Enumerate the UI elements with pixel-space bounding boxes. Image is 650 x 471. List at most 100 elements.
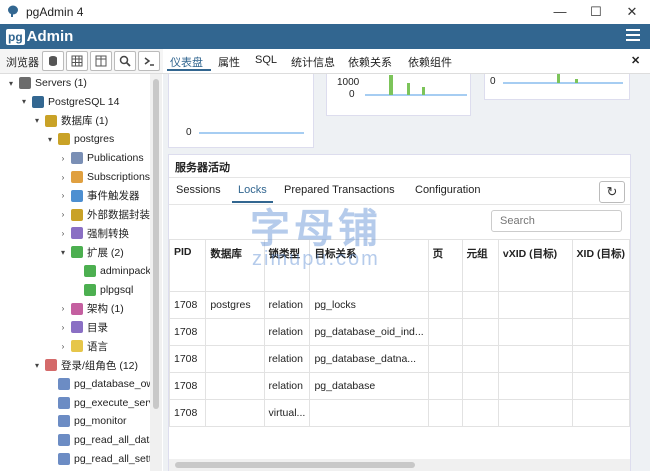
tree-node[interactable]: ▾ 登录/组角色 (12) (32, 356, 138, 374)
query-tool-icon[interactable] (42, 51, 64, 71)
table-cell (497, 291, 573, 319)
close-window-button[interactable]: ✕ (614, 0, 650, 24)
table-row[interactable]: 1708 relation pg_database (169, 372, 630, 400)
psql-tool-icon[interactable] (138, 51, 160, 71)
tree-node[interactable]: › Subscriptions (58, 168, 150, 186)
extension-item-icon (84, 265, 96, 277)
browser-label: 浏览器 (6, 57, 39, 69)
tab-prepared-transactions[interactable]: Prepared Transactions (284, 184, 395, 196)
tree-node[interactable]: › 强制转换 (58, 224, 129, 242)
chevron-down-icon[interactable]: ▾ (45, 135, 55, 144)
tree-node[interactable]: pg_database_owner (45, 375, 150, 393)
table-cell (461, 318, 499, 346)
tab-dependents[interactable]: 依赖组件 (408, 54, 452, 70)
table-row[interactable]: 1708 virtual... (169, 399, 630, 427)
tree-node[interactable]: › 外部数据封装 (58, 206, 150, 224)
tree-node[interactable]: pg_read_all_settings (45, 450, 150, 468)
tree-node-label: 扩展 (2) (87, 246, 124, 259)
tree-node[interactable]: pg_monitor (45, 412, 127, 430)
table-cell (205, 318, 265, 346)
table-row[interactable]: 1708 postgres relation pg_locks (169, 291, 630, 319)
spark-bar (422, 87, 425, 95)
tree-node[interactable]: › 事件触发器 (58, 187, 140, 205)
table-cell (571, 318, 630, 346)
column-header[interactable]: 元组 (461, 239, 499, 292)
tab-sessions[interactable]: Sessions (176, 184, 221, 196)
tree-node[interactable]: plpgsql (71, 281, 133, 299)
chevron-right-icon[interactable]: › (58, 191, 68, 200)
column-header[interactable]: vXID (目标) (497, 239, 573, 292)
chevron-right-icon[interactable]: › (58, 210, 68, 219)
chevron-down-icon[interactable]: ▾ (6, 79, 16, 88)
maximize-button[interactable]: ☐ (578, 0, 614, 24)
pgadmin-logo: pg Admin (6, 27, 73, 46)
refresh-icon[interactable]: ↻ (599, 181, 625, 203)
tree-node[interactable]: ▾ 数据库 (1) (32, 112, 108, 130)
sessions-chart: 0 (168, 74, 314, 148)
chevron-right-icon[interactable]: › (58, 323, 68, 332)
database-icon (58, 133, 70, 146)
tab-configuration[interactable]: Configuration (415, 184, 480, 196)
search-objects-icon[interactable] (114, 51, 136, 71)
column-header[interactable]: XID (目标) (571, 239, 630, 292)
tree-node[interactable]: ▾ PostgreSQL 14 (19, 93, 119, 111)
chevron-right-icon[interactable]: › (58, 342, 68, 351)
tree-node[interactable]: › 架构 (1) (58, 300, 124, 318)
tree-node[interactable]: › 语言 (58, 337, 108, 355)
table-row[interactable]: 1708 relation pg_database_datna... (169, 345, 630, 373)
tab-statistics[interactable]: 统计信息 (291, 54, 335, 70)
watermark-url: zimupu.com (252, 248, 380, 270)
table-cell: pg_database_oid_ind... (309, 318, 429, 346)
table-horizontal-scrollbar[interactable] (169, 459, 630, 471)
logo-pg: pg (6, 28, 25, 45)
foreign-data-icon (71, 208, 83, 221)
chevron-down-icon[interactable]: ▾ (32, 116, 42, 125)
table-cell (427, 291, 463, 319)
chevron-right-icon[interactable]: › (58, 229, 68, 238)
tab-dashboard[interactable]: 仪表盘 (170, 54, 203, 70)
view-data-icon[interactable] (66, 51, 88, 71)
hamburger-menu-icon[interactable] (626, 29, 640, 44)
close-tab-icon[interactable]: ✕ (631, 54, 640, 67)
chevron-down-icon[interactable]: ▾ (32, 361, 42, 370)
tab-locks[interactable]: Locks (238, 184, 267, 196)
pgadmin-elephant-icon (8, 5, 18, 17)
tree-node[interactable]: pg_execute_server_program (45, 394, 150, 412)
minimize-button[interactable]: — (542, 0, 578, 24)
table-row[interactable]: 1708 relation pg_database_oid_ind... (169, 318, 630, 346)
tab-dependencies[interactable]: 依赖关系 (348, 54, 392, 70)
tab-sql[interactable]: SQL (255, 54, 277, 66)
tree-node[interactable]: ▾ postgres (45, 130, 114, 148)
chevron-down-icon[interactable]: ▾ (19, 97, 29, 106)
table-cell: pg_database (309, 372, 429, 400)
chevron-right-icon[interactable]: › (58, 304, 68, 313)
tree-node-label: pg_monitor (74, 415, 127, 428)
tree-node[interactable]: › 目录 (58, 318, 108, 336)
tree-node-label: Publications (87, 152, 144, 165)
tree-node-label: pg_database_owner (74, 377, 150, 390)
chevron-down-icon[interactable]: ▾ (58, 248, 68, 257)
table-cell (571, 372, 630, 400)
tree-node[interactable]: pg_read_all_data (45, 431, 150, 449)
tree-node[interactable]: › Publications (58, 149, 144, 167)
brand-bar: pg Admin (0, 24, 650, 49)
filtered-rows-icon[interactable] (90, 51, 112, 71)
tab-properties[interactable]: 属性 (218, 54, 240, 70)
tree-node[interactable]: adminpack (71, 262, 150, 280)
chevron-right-icon[interactable]: › (58, 173, 68, 182)
search-input[interactable] (491, 210, 622, 232)
tree-node-label: pg_read_all_settings (74, 453, 150, 465)
table-header-row: PID 数据库 锁类型 目标关系页元组 vXID (目标) XID (目标) (169, 239, 630, 292)
subscription-icon (71, 171, 83, 183)
tree-node[interactable]: ▾ 扩展 (2) (58, 243, 124, 261)
tree-node[interactable]: ▾ Servers (1) (6, 74, 87, 92)
tree-scrollbar[interactable] (150, 74, 162, 471)
chevron-right-icon[interactable]: › (58, 154, 68, 163)
tree-node-label: adminpack (100, 265, 150, 277)
column-header[interactable]: 页 (427, 239, 463, 292)
role-icon (58, 434, 70, 447)
column-header[interactable]: PID (169, 239, 207, 292)
transactions-chart: 2000 1000 0 (326, 74, 471, 116)
tree-node-label: 登录/组角色 (12) (61, 359, 139, 372)
table-cell: virtual... (263, 399, 311, 427)
